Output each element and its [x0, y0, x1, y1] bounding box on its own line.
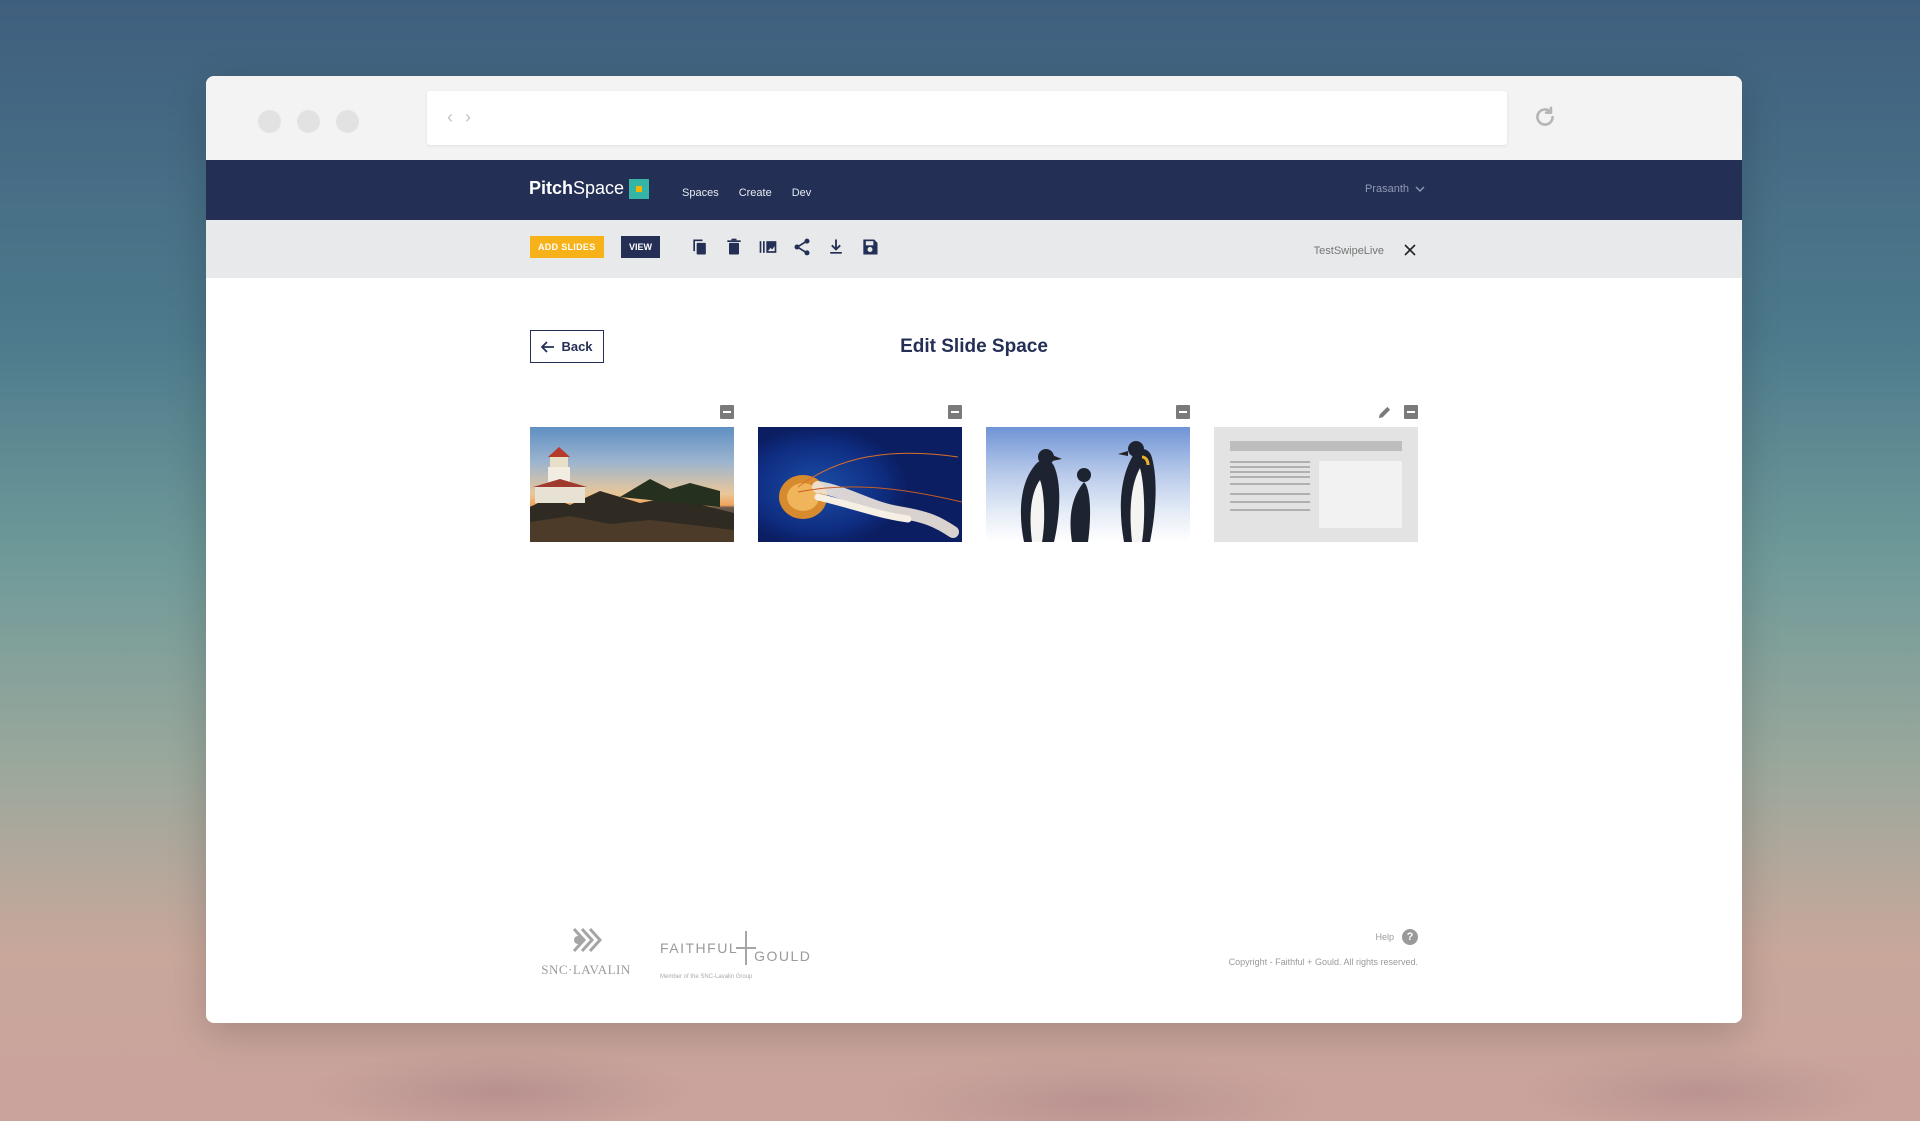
logo-text: Space	[573, 178, 625, 198]
logo-text-bold: Pitch	[529, 178, 574, 198]
chevron-down-icon	[1415, 186, 1425, 192]
trash-icon[interactable]	[724, 237, 744, 257]
forward-arrow-icon[interactable]: ›	[465, 107, 471, 128]
remove-slide-icon[interactable]	[1176, 405, 1190, 419]
page-title: Edit Slide Space	[900, 336, 1048, 357]
download-icon[interactable]	[826, 237, 846, 257]
slide-thumbnail-lighthouse[interactable]	[530, 427, 734, 542]
snc-lavalin-logo: SNC·LAVALIN	[531, 923, 641, 978]
share-icon[interactable]	[792, 237, 812, 257]
minimize-window-dot[interactable]	[297, 110, 320, 133]
menu-item-create[interactable]: Create	[739, 187, 772, 199]
help-label: Help	[1375, 932, 1394, 942]
footer: SNC·LAVALIN FAITHFUL GOULD Member of the…	[206, 923, 1742, 1023]
fg-logo-left: FAITHFUL	[660, 940, 739, 956]
remove-slide-icon[interactable]	[720, 405, 734, 419]
save-icon[interactable]	[860, 237, 880, 257]
browser-window: ‹ › Pitch Space Spaces Create Dev Prasant…	[206, 76, 1742, 1023]
view-button[interactable]: VIEW	[621, 236, 661, 258]
slide-card[interactable]	[758, 402, 962, 542]
fg-logo-right: GOULD	[754, 948, 812, 964]
faithful-gould-logo: FAITHFUL GOULD Member of the SNC-Lavalin…	[660, 931, 811, 980]
slide-card[interactable]	[530, 402, 734, 542]
toolbar-actions	[690, 237, 880, 257]
snc-chevrons-icon	[572, 927, 603, 953]
maximize-window-dot[interactable]	[336, 110, 359, 133]
main-content: Back Edit Slide Space SNC·LAVALIN FAITHF…	[206, 278, 1742, 1023]
remove-slide-icon[interactable]	[1404, 405, 1418, 419]
lighthouse-image	[530, 447, 734, 542]
user-menu[interactable]: Prasanth	[1365, 183, 1425, 195]
slide-thumbnail-jellyfish[interactable]	[758, 427, 962, 542]
space-toolbar: ADD SLIDES VIEW TestSwipeLive	[206, 220, 1742, 278]
slide-thumbnail-document[interactable]	[1214, 427, 1418, 542]
reload-icon[interactable]	[1532, 104, 1558, 130]
slide-thumbnail-penguins[interactable]	[986, 427, 1190, 542]
user-name: Prasanth	[1364, 183, 1409, 195]
penguins-image	[1020, 441, 1156, 542]
document-layout-image	[1230, 441, 1402, 528]
slide-grid	[530, 402, 1418, 542]
pencil-icon[interactable]	[1377, 405, 1392, 420]
browser-chrome: ‹ ›	[206, 76, 1742, 160]
address-bar[interactable]: ‹ ›	[427, 91, 1507, 145]
app-navbar: Pitch Space Spaces Create Dev Prasanth	[206, 160, 1742, 220]
main-menu: Spaces Create Dev	[682, 187, 811, 199]
copy-icon[interactable]	[690, 237, 710, 257]
logo-square-icon	[629, 178, 650, 199]
jellyfish-image	[779, 452, 962, 538]
plus-mark-icon	[736, 931, 757, 965]
slide-card[interactable]	[1214, 402, 1418, 542]
back-arrow-icon[interactable]: ‹	[447, 107, 453, 128]
menu-item-spaces[interactable]: Spaces	[682, 187, 719, 199]
window-controls	[258, 110, 359, 133]
menu-item-dev[interactable]: Dev	[792, 187, 812, 199]
close-icon[interactable]	[1402, 242, 1418, 258]
slide-card[interactable]	[986, 402, 1190, 542]
pitchspace-logo[interactable]: Pitch Space	[529, 178, 650, 199]
space-name: TestSwipeLive	[1313, 245, 1384, 257]
add-slides-button[interactable]: ADD SLIDES	[530, 236, 604, 258]
close-window-dot[interactable]	[258, 110, 281, 133]
fg-tagline: Member of the SNC-Lavalin Group	[660, 974, 753, 980]
copyright-text: Copyright - Faithful + Gould. All rights…	[1228, 957, 1418, 967]
help-question-icon: ?	[1402, 929, 1418, 945]
help-link[interactable]: Help ?	[1375, 929, 1418, 945]
remove-slide-icon[interactable]	[948, 405, 962, 419]
snc-logo-text: SNC·LAVALIN	[541, 962, 631, 977]
gallery-icon[interactable]	[758, 237, 778, 257]
